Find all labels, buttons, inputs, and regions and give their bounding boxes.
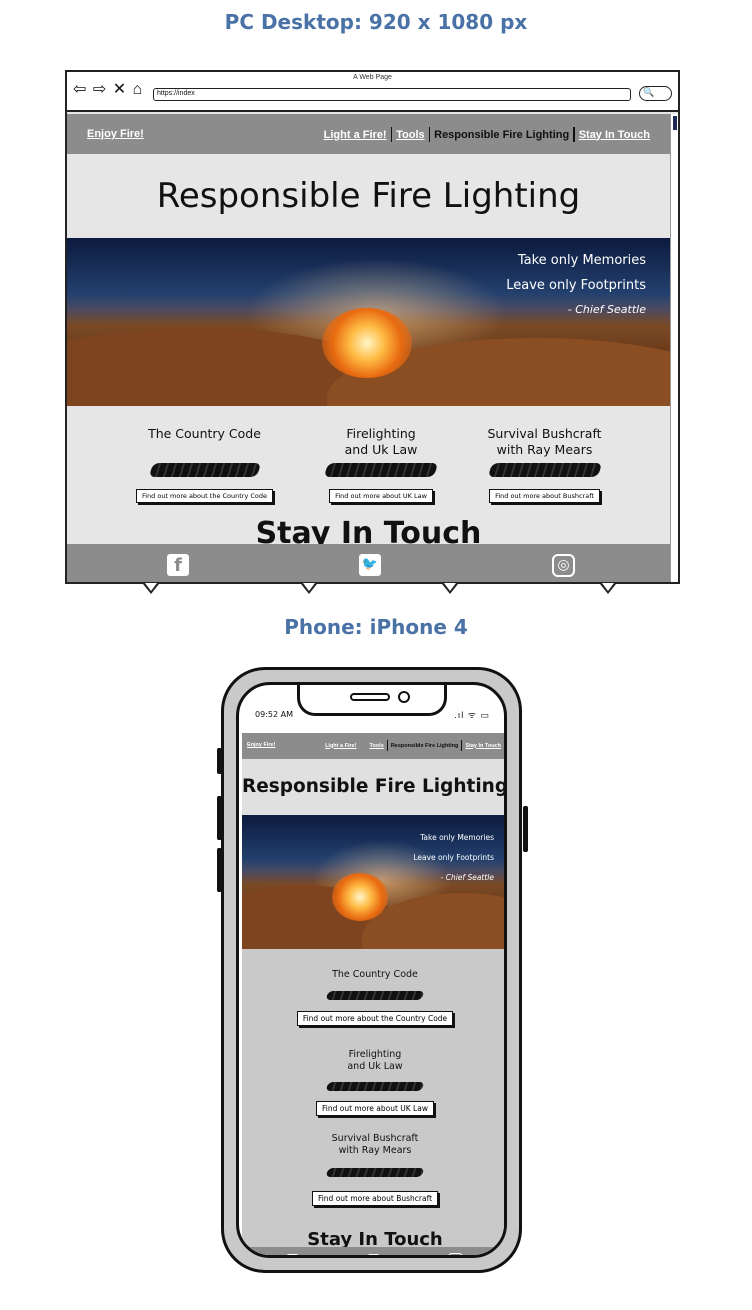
campfire-glow xyxy=(332,873,388,921)
desktop-section-label: PC Desktop: 920 x 1080 px xyxy=(224,10,528,34)
page-title: Responsible Fire Lighting xyxy=(67,154,670,238)
camera-icon xyxy=(398,691,410,703)
country-code-button[interactable]: Find out more about the Country Code xyxy=(135,489,274,503)
browser-chrome: A Web Page ⇦ ⇨ ✕ ⌂ https://index 🔍 xyxy=(67,72,678,112)
nav-brand-link[interactable]: Enjoy Fire! xyxy=(87,128,144,140)
uk-law-button[interactable]: Find out more about UK Law xyxy=(316,1101,434,1116)
card-uk-law: Firelighting and Uk Law Find out more ab… xyxy=(242,1049,504,1116)
card-title: Survival Bushcraft xyxy=(331,1133,419,1144)
phone-side-button xyxy=(217,748,222,774)
card-bushcraft: Survival Bushcraft with Ray Mears Find o… xyxy=(242,1133,504,1206)
phone-side-button xyxy=(217,848,222,892)
phone-webpage: Enjoy Fire! Light a Fire! Tools Responsi… xyxy=(242,733,504,1255)
bushcraft-button[interactable]: Find out more about Bushcraft xyxy=(311,1191,439,1206)
facebook-icon[interactable]: f xyxy=(167,554,189,576)
hero-quote-line-1: Take only Memories xyxy=(517,253,646,268)
scrollbar[interactable] xyxy=(670,114,678,582)
hero-quote-line-2: Leave only Footprints xyxy=(506,278,646,293)
card-uk-law: Firelighting and Uk Law Find out more ab… xyxy=(307,426,455,503)
nav-brand-link[interactable]: Enjoy Fire! xyxy=(247,742,275,748)
nav-link-stay-in-touch[interactable]: Stay In Touch xyxy=(575,129,654,141)
hero-image: Take only Memories Leave only Footprints… xyxy=(67,238,670,406)
scribble-text-placeholder xyxy=(325,1082,425,1091)
phone-notch xyxy=(297,685,447,716)
card-title-line-2: and Uk Law xyxy=(344,442,418,457)
scribble-text-placeholder xyxy=(148,463,261,477)
card-title-line-2: with Ray Mears xyxy=(338,1145,412,1156)
card-title: Firelighting xyxy=(348,1049,402,1060)
search-icon[interactable]: 🔍 xyxy=(639,86,672,101)
social-footer: f 🐦 ◎ xyxy=(242,1247,504,1255)
scrollbar-thumb[interactable] xyxy=(673,116,677,130)
card-country-code: The Country Code Find out more about the… xyxy=(127,426,282,503)
card-title: The Country Code xyxy=(332,969,418,980)
card-title: The Country Code xyxy=(148,426,261,441)
bushcraft-button[interactable]: Find out more about Bushcraft xyxy=(489,489,600,503)
page-title: Responsible Fire Lighting xyxy=(242,759,504,815)
nav-link-tools[interactable]: Tools xyxy=(370,743,387,749)
instagram-icon[interactable]: ◎ xyxy=(552,554,575,577)
twitter-icon[interactable]: 🐦 xyxy=(367,1254,380,1255)
address-bar[interactable]: https://index xyxy=(153,88,631,101)
desktop-navbar: Enjoy Fire! Light a Fire! Tools Responsi… xyxy=(67,114,670,154)
desktop-mockup: A Web Page ⇦ ⇨ ✕ ⌂ https://index 🔍 Enjoy… xyxy=(65,70,680,584)
nav-links: Light a Fire! Tools Responsible Fire Lig… xyxy=(322,740,504,751)
hero-image: Take only Memories Leave only Footprints… xyxy=(242,815,504,949)
window-title: A Web Page xyxy=(353,74,392,81)
scribble-text-placeholder xyxy=(323,463,439,477)
card-title-line-2: and Uk Law xyxy=(347,1061,403,1072)
card-bushcraft: Survival Bushcraft with Ray Mears Find o… xyxy=(477,426,612,503)
phone-section-label: Phone: iPhone 4 xyxy=(284,615,468,639)
status-time: 09:52 AM xyxy=(255,710,293,719)
social-footer: f 🐦 ◎ xyxy=(67,544,678,582)
hero-quote-line-1: Take only Memories xyxy=(420,833,494,842)
speaker-icon xyxy=(350,693,390,701)
scribble-text-placeholder xyxy=(325,1168,425,1177)
scribble-text-placeholder xyxy=(487,463,602,477)
uk-law-button[interactable]: Find out more about UK Law xyxy=(329,489,433,503)
nav-link-responsible-fire-lighting[interactable]: Responsible Fire Lighting xyxy=(430,129,573,141)
hero-quote-line-2: Leave only Footprints xyxy=(413,853,494,862)
nav-link-stay-in-touch[interactable]: Stay In Touch xyxy=(462,743,504,749)
facebook-icon[interactable]: f xyxy=(286,1254,299,1255)
phone-info-cards: The Country Code Find out more about the… xyxy=(242,949,504,1255)
hero-quote-attribution: - Chief Seattle xyxy=(567,303,646,316)
phone-side-button xyxy=(217,796,222,840)
phone-mockup: 09:52 AM .ıl ᯤ ▭ Enjoy Fire! Light a Fir… xyxy=(217,667,528,1273)
nav-link-light-a-fire[interactable]: Light a Fire! xyxy=(322,743,359,749)
card-title-line-2: with Ray Mears xyxy=(496,442,593,457)
campfire-glow xyxy=(322,308,412,378)
phone-navbar: Enjoy Fire! Light a Fire! Tools Responsi… xyxy=(242,733,504,759)
status-icons: .ıl ᯤ ▭ xyxy=(454,710,490,720)
twitter-icon[interactable]: 🐦 xyxy=(359,554,381,576)
card-title: Survival Bushcraft xyxy=(487,426,602,441)
hero-quote-attribution: - Chief Seattle xyxy=(440,873,494,882)
country-code-button[interactable]: Find out more about the Country Code xyxy=(296,1011,454,1026)
nav-link-light-a-fire[interactable]: Light a Fire! xyxy=(320,129,391,141)
phone-screen-frame: 09:52 AM .ıl ᯤ ▭ Enjoy Fire! Light a Fir… xyxy=(236,682,507,1258)
nav-link-responsible-fire-lighting[interactable]: Responsible Fire Lighting xyxy=(388,743,462,749)
instagram-icon[interactable]: ◎ xyxy=(448,1253,463,1255)
scribble-text-placeholder xyxy=(325,991,425,1000)
nav-link-tools[interactable]: Tools xyxy=(392,129,429,141)
phone-side-button xyxy=(523,806,528,852)
card-title: Firelighting xyxy=(346,426,416,441)
browser-nav-icons[interactable]: ⇦ ⇨ ✕ ⌂ xyxy=(73,82,143,98)
nav-links: Light a Fire! Tools Responsible Fire Lig… xyxy=(320,127,654,142)
card-title-line-2 xyxy=(127,442,282,458)
card-country-code: The Country Code Find out more about the… xyxy=(242,969,504,1026)
